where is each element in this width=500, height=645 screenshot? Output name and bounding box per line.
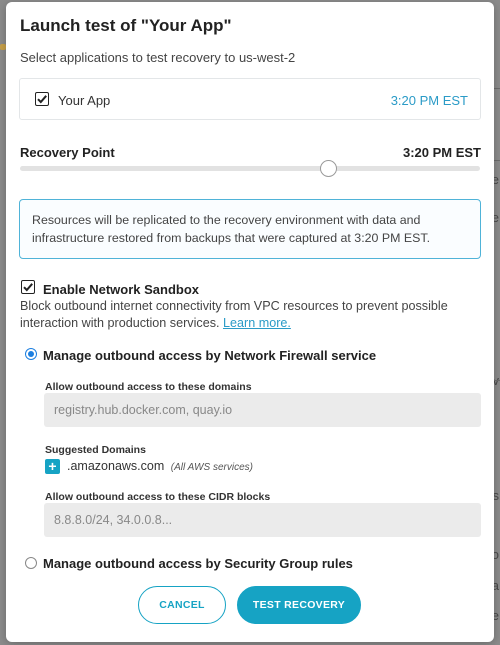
modal-title: Launch test of "Your App" bbox=[20, 16, 232, 35]
recovery-point-slider[interactable] bbox=[20, 160, 480, 177]
domains-input[interactable] bbox=[44, 393, 481, 427]
check-icon bbox=[23, 283, 33, 292]
learn-more-link[interactable]: Learn more. bbox=[223, 316, 291, 330]
suggested-domains-label: Suggested Domains bbox=[45, 444, 146, 456]
radio-network-firewall[interactable] bbox=[25, 348, 37, 360]
domains-field-label: Allow outbound access to these domains bbox=[45, 381, 252, 393]
recovery-point-label: Recovery Point bbox=[20, 145, 115, 160]
security-group-option-label[interactable]: Manage outbound access by Security Group… bbox=[43, 556, 353, 571]
add-domain-button[interactable]: + bbox=[45, 459, 60, 474]
suggested-domain-name: .amazonaws.com bbox=[67, 459, 165, 473]
slider-handle[interactable] bbox=[320, 160, 338, 177]
network-sandbox-label: Enable Network Sandbox bbox=[43, 282, 200, 297]
check-icon bbox=[37, 95, 47, 104]
cidr-input[interactable] bbox=[44, 503, 481, 537]
suggested-domain: .amazonaws.com (All AWS services) bbox=[67, 459, 253, 473]
app-checkbox[interactable] bbox=[35, 92, 49, 106]
info-message: Resources will be replicated to the reco… bbox=[19, 199, 481, 259]
cidr-field-label: Allow outbound access to these CIDR bloc… bbox=[45, 491, 271, 503]
suggested-domain-note: (All AWS services) bbox=[170, 462, 253, 473]
launch-test-modal: Launch test of "Your App" Select applica… bbox=[6, 2, 494, 642]
app-name: Your App bbox=[58, 93, 111, 108]
cancel-button[interactable]: CANCEL bbox=[138, 586, 226, 624]
test-recovery-button[interactable]: TEST RECOVERY bbox=[237, 586, 361, 624]
network-sandbox-checkbox[interactable] bbox=[21, 280, 35, 294]
plus-icon: + bbox=[48, 458, 57, 474]
application-row[interactable]: Your App 3:20 PM EST bbox=[19, 78, 481, 120]
radio-security-group[interactable] bbox=[25, 557, 37, 569]
recovery-point-time: 3:20 PM EST bbox=[402, 145, 481, 160]
network-sandbox-description: Block outbound internet connectivity fro… bbox=[20, 298, 490, 332]
app-recovery-time: 3:20 PM EST bbox=[390, 93, 468, 108]
radio-selected-dot bbox=[28, 351, 34, 357]
network-firewall-option-label[interactable]: Manage outbound access by Network Firewa… bbox=[43, 348, 376, 363]
modal-subtitle: Select applications to test recovery to … bbox=[20, 50, 296, 65]
